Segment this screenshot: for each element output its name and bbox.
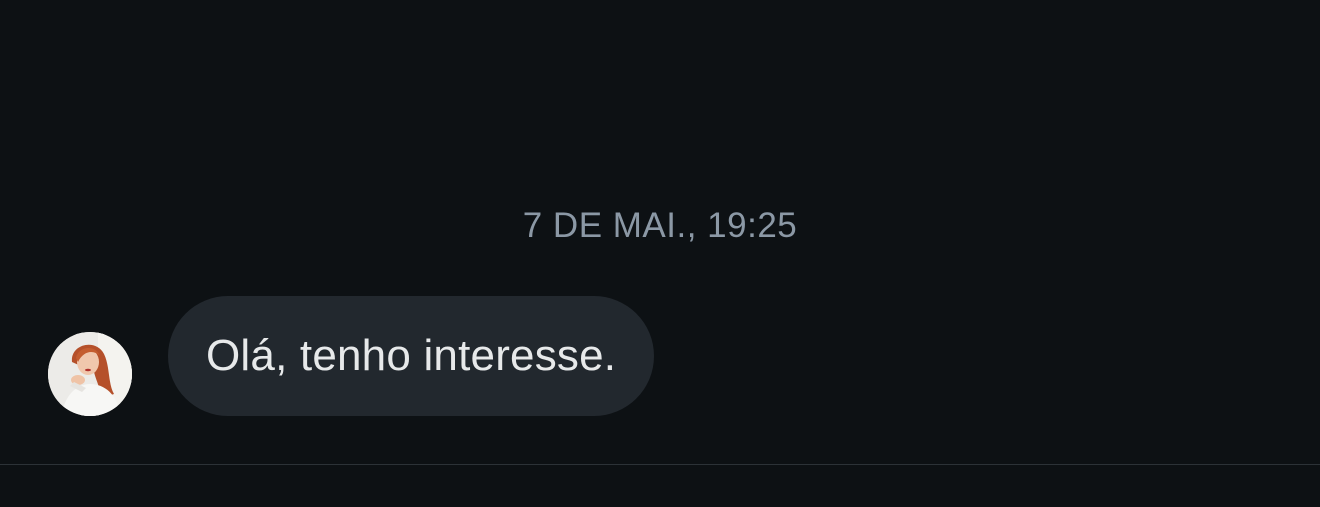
divider (0, 464, 1320, 465)
avatar-photo-icon (48, 332, 132, 416)
message-timestamp: 7 DE MAI., 19:25 (522, 206, 798, 245)
message-bubble[interactable]: Olá, tenho interesse. (168, 296, 655, 416)
message-text: Olá, tenho interesse. (206, 331, 617, 380)
chat-thread: 7 DE MAI., 19:25 Olá, tenho interesse. (0, 0, 1320, 507)
sender-avatar[interactable] (48, 332, 132, 416)
